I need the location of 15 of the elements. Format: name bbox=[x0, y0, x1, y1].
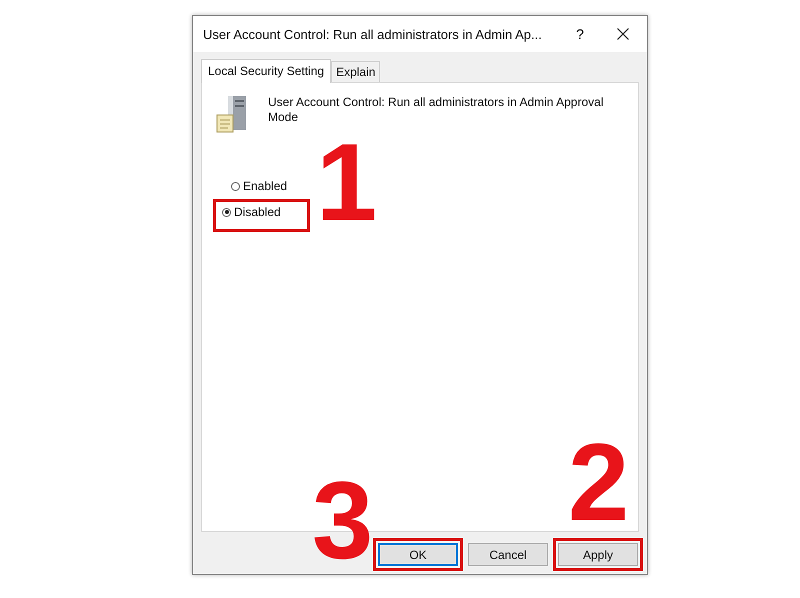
step-number: 1 bbox=[316, 128, 378, 238]
radio-option[interactable]: Enabled bbox=[231, 179, 288, 193]
close-icon[interactable] bbox=[617, 28, 629, 40]
tab[interactable]: Explain bbox=[331, 61, 380, 82]
step-number: 3 bbox=[312, 466, 374, 576]
help-button[interactable]: ? bbox=[565, 26, 595, 42]
window-title: User Account Control: Run all administrators in Admin Ap... bbox=[203, 26, 543, 42]
tab[interactable]: Local Security Setting bbox=[201, 59, 332, 83]
policy-name: User Account Control: Run all administrators in Admin Approval Mode bbox=[268, 95, 604, 126]
radio-option[interactable]: Disabled bbox=[222, 205, 281, 219]
dialog-button[interactable]: Cancel bbox=[468, 543, 548, 566]
dialog-button[interactable]: Apply bbox=[558, 543, 638, 566]
server-icon bbox=[216, 95, 248, 133]
dialog-button[interactable]: OK bbox=[378, 543, 458, 566]
step-number: 2 bbox=[568, 428, 630, 538]
